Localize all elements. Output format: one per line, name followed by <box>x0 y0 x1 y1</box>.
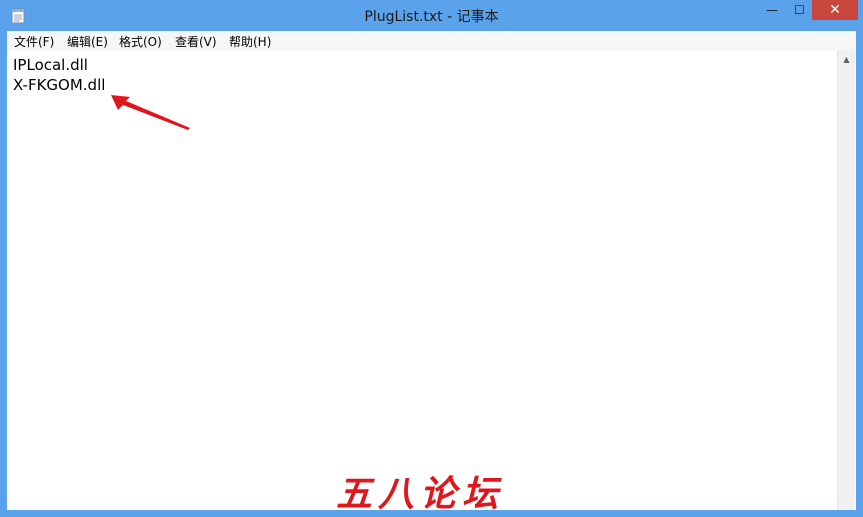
minimize-icon: — <box>766 3 778 17</box>
minimize-button[interactable]: — <box>759 0 785 20</box>
notepad-window: PlugList.txt - 记事本 — ☐ ✕ 文件(F) 编辑(E) 格式(… <box>0 0 863 515</box>
text-editor[interactable]: IPLocal.dll X-FKGOM.dll ▲ <box>7 51 856 510</box>
watermark: 五八论坛 <box>336 465 546 515</box>
document-line: IPLocal.dll <box>13 56 88 74</box>
menu-help[interactable]: 帮助(H) <box>229 33 271 50</box>
title-bar[interactable]: PlugList.txt - 记事本 — ☐ ✕ <box>0 0 863 31</box>
menu-file[interactable]: 文件(F) <box>14 33 54 50</box>
menu-edit[interactable]: 编辑(E) <box>67 33 108 50</box>
document-line: X-FKGOM.dll <box>13 76 106 94</box>
maximize-button[interactable]: ☐ <box>787 0 812 20</box>
maximize-icon: ☐ <box>794 3 805 17</box>
menu-format[interactable]: 格式(O) <box>119 33 162 50</box>
close-icon: ✕ <box>829 2 841 18</box>
menu-view[interactable]: 查看(V) <box>175 33 217 50</box>
close-button[interactable]: ✕ <box>812 0 858 20</box>
menu-bar: 文件(F) 编辑(E) 格式(O) 查看(V) 帮助(H) <box>7 31 856 51</box>
vertical-scrollbar[interactable]: ▲ <box>837 51 855 510</box>
scroll-up-arrow-icon[interactable]: ▲ <box>838 51 855 68</box>
document-text[interactable]: IPLocal.dll X-FKGOM.dll <box>13 55 105 95</box>
watermark-text: 五八论坛 <box>336 473 505 515</box>
window-title: PlugList.txt - 记事本 <box>364 9 499 25</box>
